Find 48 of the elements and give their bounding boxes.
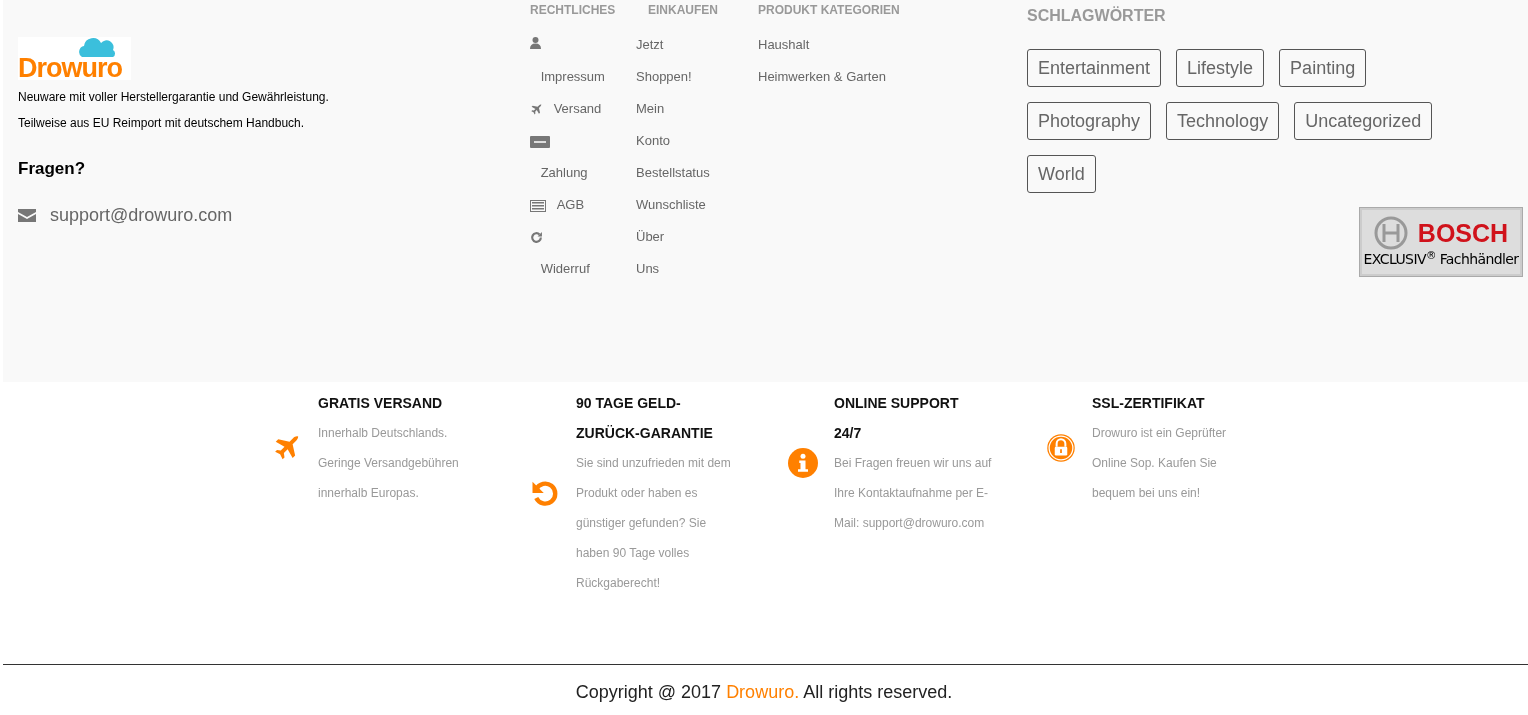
- legal-link[interactable]: Widerruf: [530, 221, 602, 285]
- tag-link[interactable]: Photography: [1027, 102, 1152, 140]
- shop-link[interactable]: Jetzt Shoppen!: [636, 29, 692, 93]
- shop-heading: EINKAUFEN: [648, 3, 718, 17]
- legal-link[interactable]: Versand: [530, 93, 602, 125]
- shop-link[interactable]: Bestellstatus: [636, 157, 710, 189]
- feature-title: 90 TAGE GELD-ZURÜCK-GARANTIE: [576, 394, 714, 443]
- tagline-text: Teilweise aus EU Reimport mit deutschem Handbuch.: [18, 115, 306, 132]
- email-link[interactable]: support@drowuro.com: [50, 201, 233, 229]
- envelope-icon: [18, 208, 36, 222]
- undo-icon: [530, 478, 560, 508]
- shop-link[interactable]: Über Uns: [636, 221, 665, 285]
- tag-link[interactable]: Uncategorized: [1294, 102, 1433, 140]
- feature-text: Drowuro ist ein Geprüfter Online Sop. Kaufen Sie bequem bei uns ein!: [1092, 425, 1228, 502]
- shop-link[interactable]: Wunschliste: [636, 189, 706, 221]
- feature-text: Sie sind unzufrieden mit dem Produkt oder haben es günstiger gefunden? Sie haben 90 Tage volles Rückgaberecht!: [576, 455, 732, 592]
- tags-heading: SCHLAGWÖRTER: [1027, 7, 1167, 25]
- category-link[interactable]: Heimwerken & Garten: [758, 61, 1027, 93]
- questions-heading: Fragen?: [18, 158, 87, 180]
- tagline-text: Neuware mit voller Herstellergarantie und Gewährleistung.: [18, 89, 330, 106]
- logo-text: Drowuro: [18, 55, 122, 82]
- cloud-icon: [78, 37, 116, 57]
- tag-link[interactable]: Entertainment: [1027, 49, 1162, 87]
- feature-title: SSL-ZERTIFIKAT: [1092, 394, 1206, 413]
- feature-text: Bei Fragen freuen wir uns auf Ihre Kontaktaufnahme per E-Mail: support@drowuro.com: [834, 455, 993, 532]
- refresh-icon: [530, 231, 543, 245]
- tag-link[interactable]: Technology: [1166, 102, 1280, 140]
- list-icon: [530, 199, 546, 212]
- badge-brand: BOSCH: [1417, 220, 1509, 246]
- category-link[interactable]: Haushalt: [758, 29, 1027, 61]
- shop-link[interactable]: Mein Konto: [636, 93, 670, 157]
- bosch-emblem-icon: [1373, 216, 1408, 250]
- feature-text: Innerhalb Deutschlands. Geringe Versandgebühren innerhalb Europas.: [318, 425, 460, 502]
- plane-icon: [530, 103, 543, 117]
- legal-link[interactable]: AGB: [530, 189, 602, 221]
- info-icon: [788, 448, 818, 478]
- categories-heading: PRODUKT KATEGORIEN: [758, 3, 900, 17]
- tag-link[interactable]: Lifestyle: [1176, 49, 1265, 87]
- user-icon: [530, 37, 541, 49]
- copyright-text: Copyright @ 2017 Drowuro. All rights reserved.: [574, 681, 954, 704]
- legal-heading: RECHTLICHES: [530, 3, 616, 17]
- feature-title: GRATIS VERSAND: [318, 394, 444, 413]
- tag-link[interactable]: Painting: [1279, 49, 1367, 87]
- tag-link[interactable]: World: [1027, 155, 1096, 193]
- legal-link[interactable]: Zahlung: [530, 125, 602, 189]
- badge-caption: EXCLUSIV$^{®}$ Fachhändler: [1363, 250, 1519, 268]
- feature-title: ONLINE SUPPORT 24/7: [834, 394, 960, 443]
- legal-link[interactable]: Impressum: [530, 29, 602, 93]
